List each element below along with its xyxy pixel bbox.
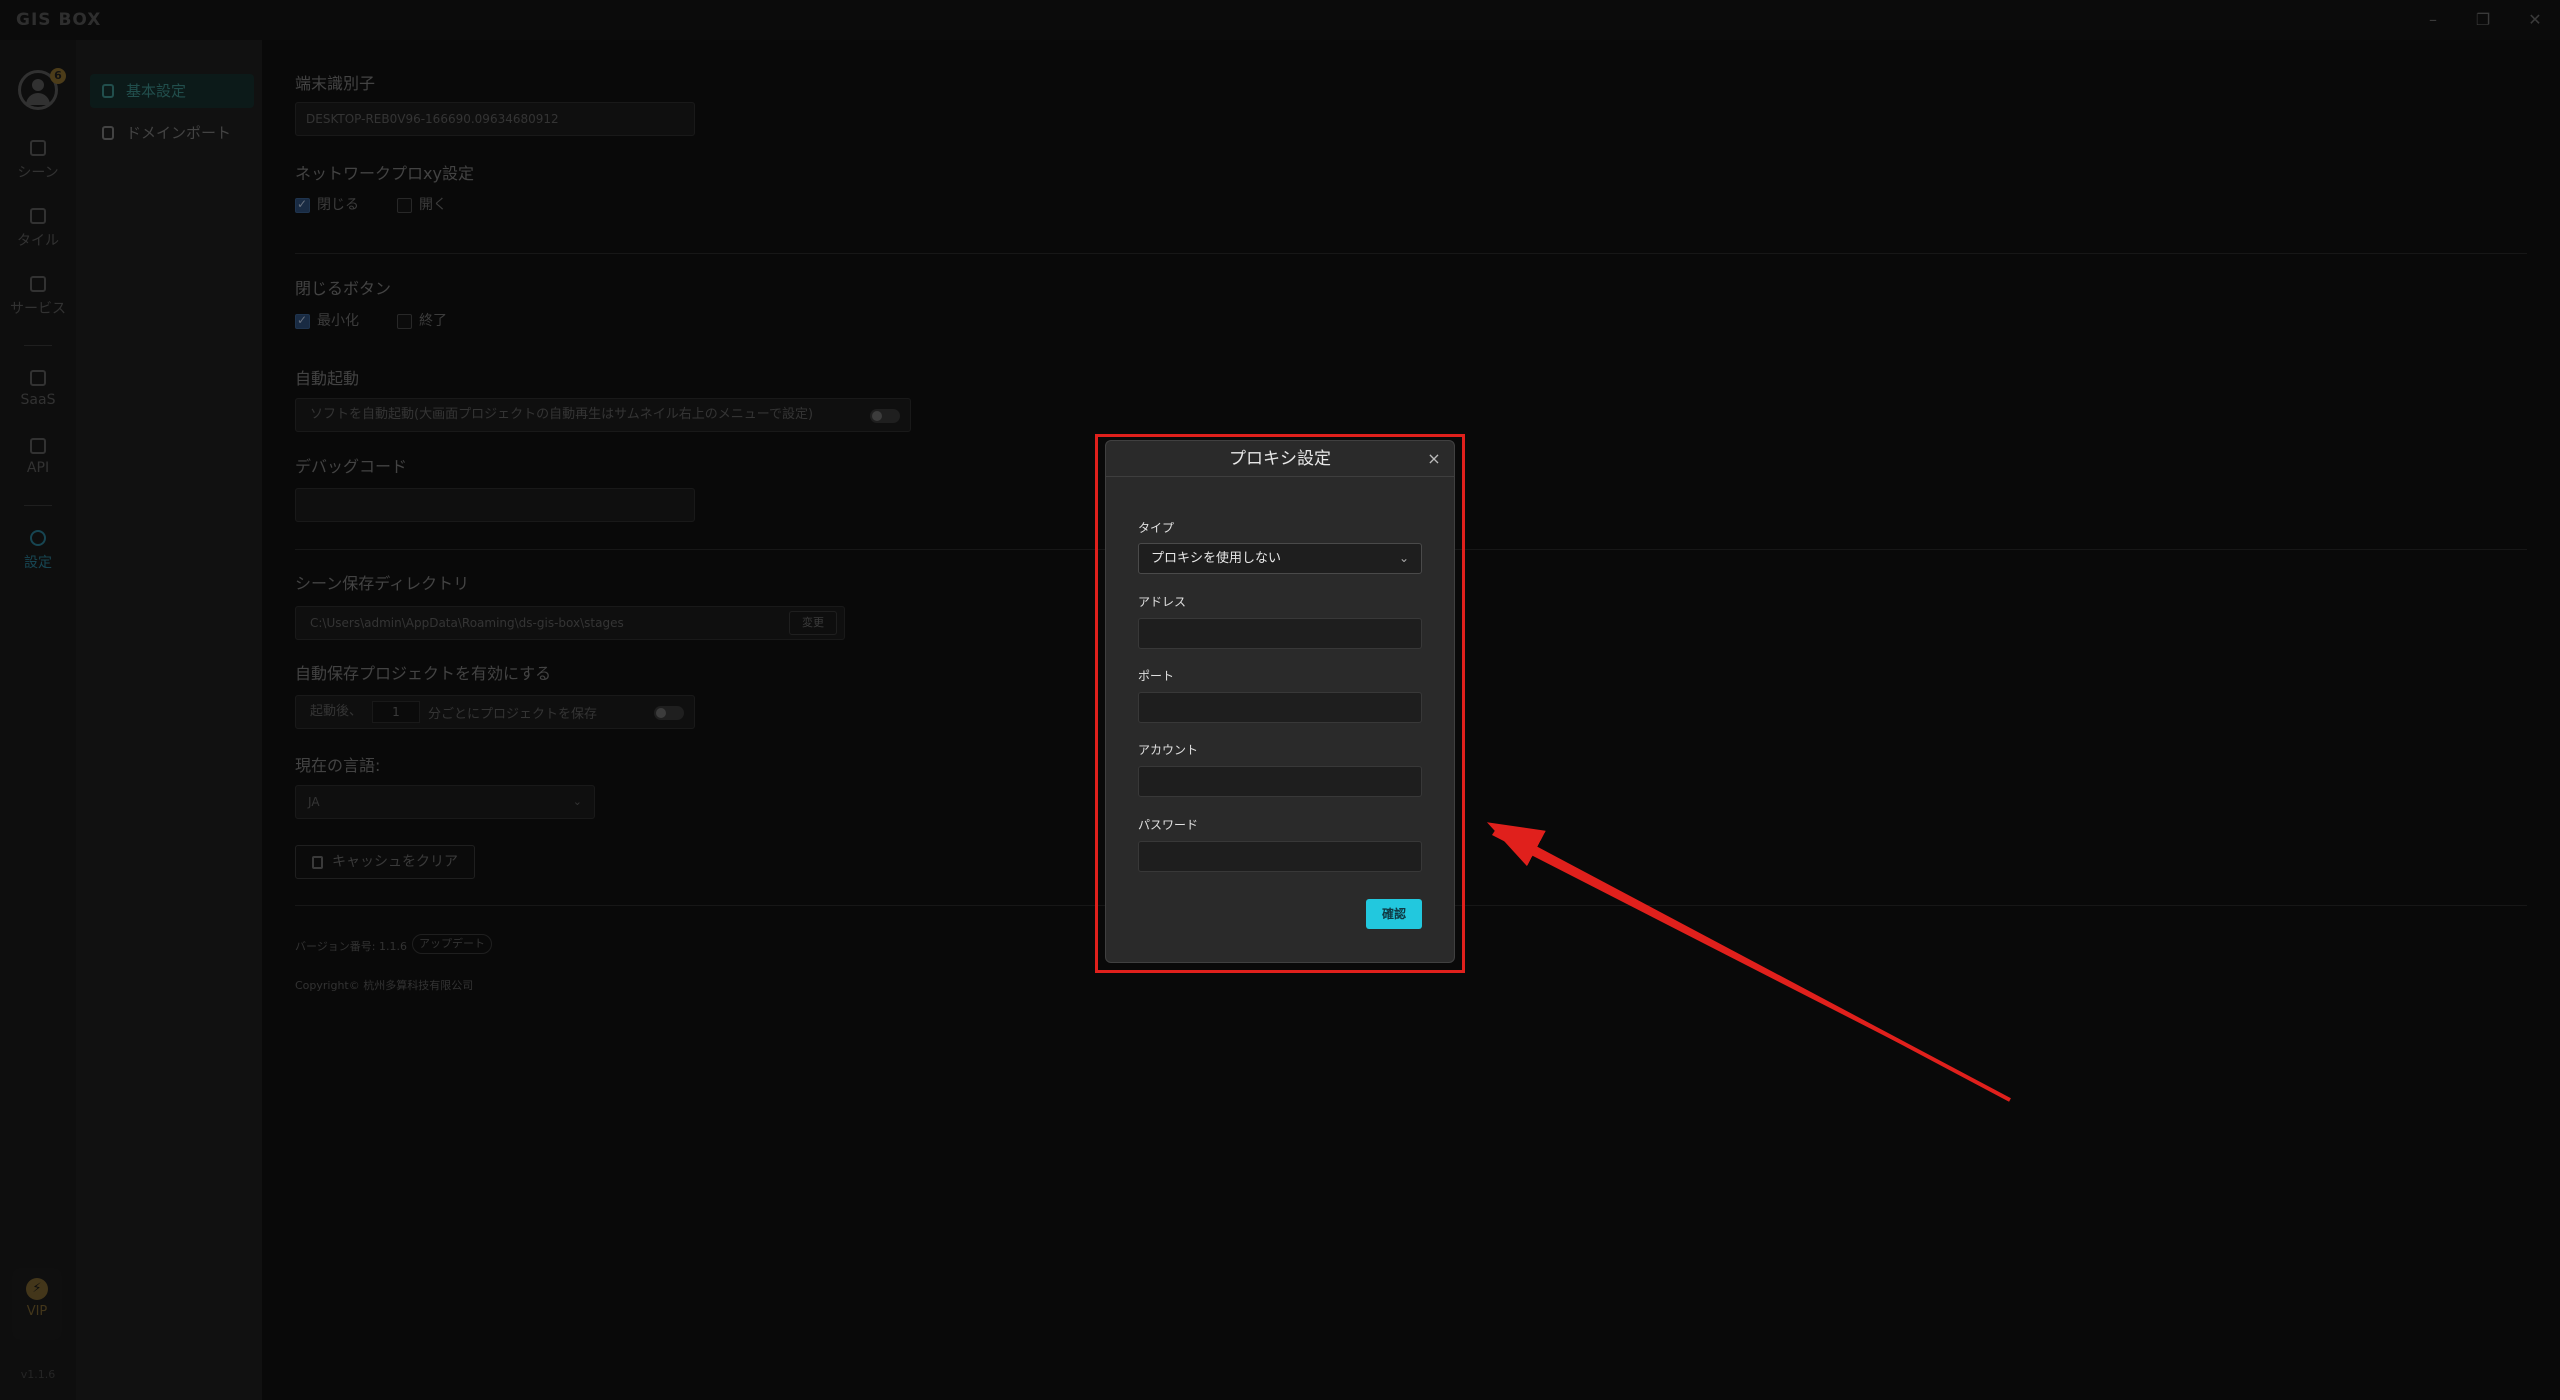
dialog-title: プロキシ設定 <box>1229 449 1331 469</box>
proxy-type-value: プロキシを使用しない <box>1151 551 1282 566</box>
proxy-type-select[interactable]: プロキシを使用しない ⌄ <box>1138 543 1422 574</box>
account-label: アカウント <box>1138 743 1199 757</box>
address-input[interactable] <box>1138 618 1422 649</box>
address-label: アドレス <box>1138 595 1187 609</box>
port-input[interactable] <box>1138 692 1422 723</box>
password-input[interactable] <box>1138 841 1422 872</box>
password-label: パスワード <box>1138 818 1199 832</box>
close-icon[interactable]: × <box>1424 441 1444 477</box>
proxy-settings-dialog: プロキシ設定 × タイプ プロキシを使用しない ⌄ アドレス ポート アカウント… <box>1105 440 1455 963</box>
port-label: ポート <box>1138 669 1175 683</box>
confirm-button[interactable]: 確認 <box>1366 899 1422 929</box>
dialog-header: プロキシ設定 <box>1106 441 1454 477</box>
type-label: タイプ <box>1138 521 1175 535</box>
chevron-down-icon: ⌄ <box>1398 551 1409 565</box>
account-input[interactable] <box>1138 766 1422 797</box>
app-window: GIS BOX – ❐ ✕ 6 シーン タイル サービス SaaS API 設定… <box>0 0 2560 1400</box>
